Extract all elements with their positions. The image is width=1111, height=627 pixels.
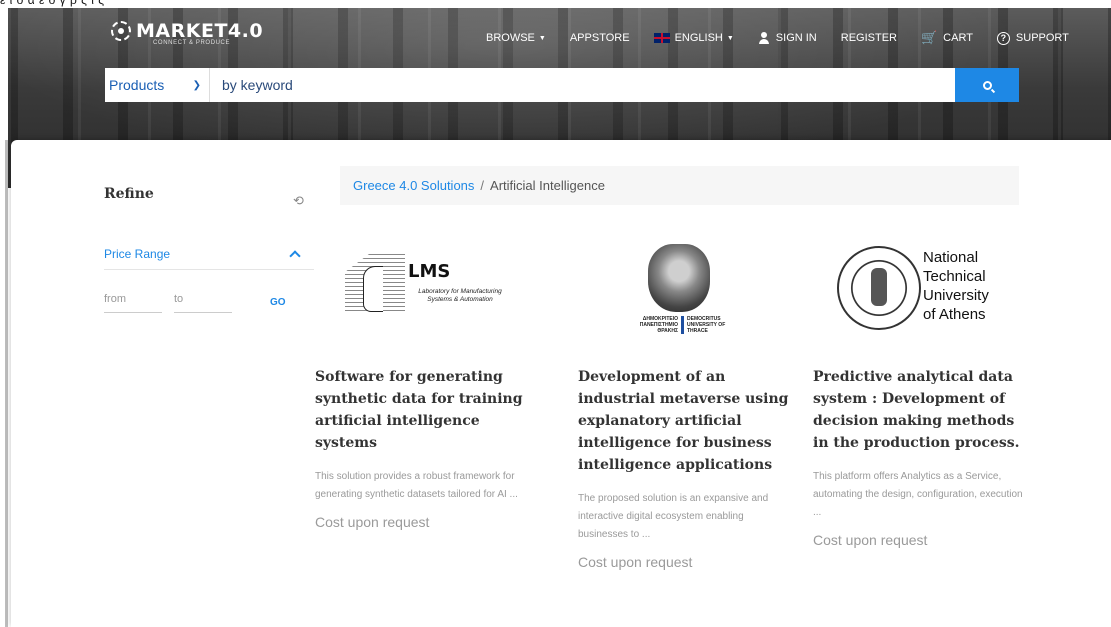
nav-sign-in[interactable]: SIGN IN [758,32,817,44]
duth-logo-greek-text: ΔΗΜΟΚΡΙΤΕΙΟ ΠΑΝΕΠΙΣΤΗΜΙΟ ΘΡΑΚΗΣ [639,316,678,334]
product-card[interactable]: National Technical University of Athens … [813,236,1028,548]
nav-browse[interactable]: BROWSE ▼ [486,32,546,44]
ntua-line: Technical [923,268,986,285]
product-description: The proposed solution is an expansive an… [578,493,769,540]
nav-support-label: SUPPORT [1015,32,1069,44]
left-edge-bar [0,140,8,627]
nav-sign-in-label: SIGN IN [775,32,817,44]
chevron-up-icon[interactable] [289,250,301,262]
product-card[interactable]: ΔΗΜΟΚΡΙΤΕΙΟ ΠΑΝΕΠΙΣΤΗΜΙΟ ΘΡΑΚΗΣ DEMOCRIT… [578,236,793,570]
search-button[interactable] [955,68,1019,102]
price-to-input[interactable] [174,285,232,313]
gear-logo-icon [111,21,131,41]
price-from-input[interactable] [104,285,162,313]
product-cost: Cost upon request [315,514,430,530]
caret-down-icon: ▼ [538,34,546,42]
product-title[interactable]: Development of an industrial metaverse u… [578,366,793,476]
lms-logo-name: LMS [408,261,451,282]
search-category-select[interactable]: Products ❯ [105,68,210,102]
duth-logo-english-text: DEMOCRITUS UNIVERSITY OF THRACE [687,316,726,334]
nav-language[interactable]: ENGLISH ▼ [653,32,734,44]
nav-appstore[interactable]: APPSTORE [570,32,630,44]
search-icon [982,80,992,90]
search-input[interactable] [210,68,955,102]
price-go-button[interactable]: GO [270,297,286,308]
nav-register-label: REGISTER [840,32,897,44]
user-icon [758,32,770,44]
cropped-top-text: ε ι ο α ε ο γ ρ ς ι ς [0,0,1111,8]
product-logo-ntua[interactable]: National Technical University of Athens [813,236,1028,356]
nav-appstore-label: APPSTORE [569,32,630,44]
refresh-icon[interactable]: ⟲ [293,193,304,209]
nav-browse-label: BROWSE [486,32,535,44]
cart-icon: 🛒 [920,30,938,45]
search-category-value: Products [109,77,165,93]
duth-logo-divider [681,316,684,334]
nav-support[interactable]: ? SUPPORT [996,31,1069,45]
caret-down-icon: ▼ [726,34,734,42]
product-logo-duth[interactable]: ΔΗΜΟΚΡΙΤΕΙΟ ΠΑΝΕΠΙΣΤΗΜΙΟ ΘΡΑΚΗΣ DEMOCRIT… [578,236,793,356]
democritus-bust-graphic [648,244,710,312]
ntua-seal-graphic [837,246,921,330]
nav-register[interactable]: REGISTER [841,32,897,44]
product-cost: Cost upon request [813,532,928,548]
divider [104,269,314,270]
ntua-logo-text: National Technical University of Athens [923,248,989,324]
lms-head-graphic [363,266,383,312]
ntua-line: National [923,249,979,266]
refine-title: Refine [104,186,154,202]
product-title[interactable]: Software for generating synthetic data f… [315,366,530,454]
uk-flag-icon [653,33,670,43]
breadcrumb-current: Artificial Intelligence [490,178,605,193]
nav-language-label: ENGLISH [674,32,723,44]
breadcrumb: Greece 4.0 Solutions / Artificial Intell… [340,166,1019,205]
main-content-card: Refine ⟲ Price Range GO Greece 4.0 Solut… [11,140,1111,627]
product-logo-lms[interactable]: LMS Laboratory for Manufacturing Systems… [315,236,530,356]
top-nav: BROWSE ▼ APPSTORE ENGLISH ▼ SIGN IN REGI… [486,28,1093,48]
product-description: This platform offers Analytics as a Serv… [813,471,1023,518]
breadcrumb-link-parent[interactable]: Greece 4.0 Solutions [353,178,474,193]
chevron-down-icon: ❯ [192,79,201,91]
product-title[interactable]: Predictive analytical data system : Deve… [813,366,1028,454]
ntua-line: University [923,287,989,304]
search-bar: Products ❯ [105,68,1019,102]
logo-text: MARKET4.0 [136,20,264,42]
nav-cart[interactable]: 🛒 CART [921,30,973,46]
ntua-line: of Athens [923,306,986,323]
product-cost: Cost upon request [578,554,693,570]
product-card[interactable]: LMS Laboratory for Manufacturing Systems… [315,236,530,530]
breadcrumb-separator: / [480,178,485,193]
lms-logo-subtitle: Laboratory for Manufacturing Systems & A… [418,288,502,303]
product-description: This solution provides a robust framewor… [315,471,518,500]
site-logo[interactable]: MARKET4.0 CONNECT & PRODUCE [111,20,263,46]
price-range-label[interactable]: Price Range [104,247,170,261]
nav-cart-label: CART [943,32,973,44]
question-circle-icon: ? [996,31,1010,45]
